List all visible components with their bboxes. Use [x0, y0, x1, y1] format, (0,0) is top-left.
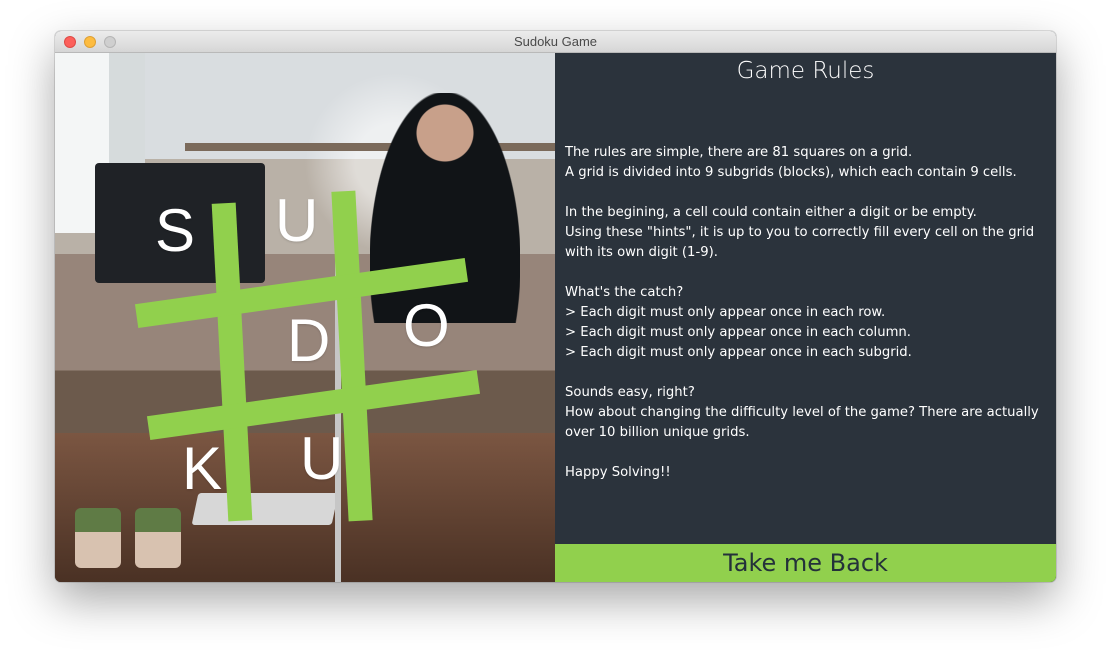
- rules-line: > Each digit must only appear once in ea…: [565, 305, 886, 320]
- background-lamp: [335, 213, 341, 582]
- app-window: Sudoku Game S U D O K U Game Rules The r…: [55, 31, 1056, 582]
- rules-line: [565, 263, 1045, 283]
- logo-grid-line: [146, 369, 481, 441]
- rules-line: > Each digit must only appear once in ea…: [565, 345, 912, 360]
- hero-image-panel: S U D O K U: [55, 53, 555, 582]
- background-plant: [135, 508, 181, 568]
- background-plant: [75, 508, 121, 568]
- rules-line: [565, 443, 1045, 463]
- rules-line: Using these "hints", it is up to you to …: [565, 225, 1035, 240]
- rules-line: Happy Solving!!: [565, 465, 671, 480]
- rules-line: over 10 billion unique grids.: [565, 425, 750, 440]
- rules-line: In the begining, a cell could contain ei…: [565, 205, 977, 220]
- logo-letter: D: [287, 307, 331, 374]
- background-laptop: [191, 493, 339, 525]
- rules-line: with its own digit (1-9).: [565, 245, 718, 260]
- rules-line: Sounds easy, right?: [565, 385, 695, 400]
- rules-line: A grid is divided into 9 subgrids (block…: [565, 165, 1017, 180]
- desktop: Sudoku Game S U D O K U Game Rules The r…: [0, 0, 1112, 662]
- window-title: Sudoku Game: [513, 34, 598, 49]
- rules-line: How about changing the difficulty level …: [565, 405, 1039, 420]
- take-me-back-button[interactable]: Take me Back: [555, 544, 1056, 582]
- rules-title: Game Rules: [736, 58, 875, 84]
- rules-panel: Game Rules The rules are simple, there a…: [555, 53, 1056, 582]
- background-person: [370, 93, 520, 323]
- rules-line: [565, 363, 1045, 383]
- rules-line: [565, 183, 1045, 203]
- rules-text: The rules are simple, there are 81 squar…: [565, 143, 1045, 483]
- rules-line: What's the catch?: [565, 285, 684, 300]
- rules-line: The rules are simple, there are 81 squar…: [565, 145, 913, 160]
- logo-letter: U: [275, 187, 319, 254]
- title-bar[interactable]: Sudoku Game: [55, 31, 1056, 53]
- rules-line: > Each digit must only appear once in ea…: [565, 325, 911, 340]
- background-monitor: [95, 163, 265, 283]
